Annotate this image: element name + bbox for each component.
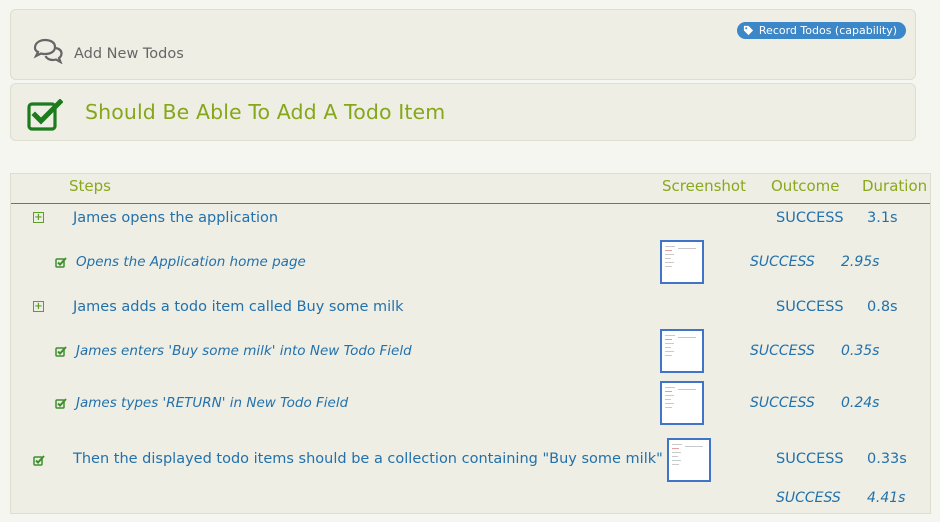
table-header: Steps Screenshot Outcome Duration xyxy=(11,174,930,204)
screenshot-thumbnail[interactable] xyxy=(660,329,704,373)
header-duration: Duration xyxy=(862,177,928,195)
step-outcome: SUCCESS xyxy=(750,395,815,411)
screenshot-thumbnail[interactable] xyxy=(660,240,704,284)
table-row: James types 'RETURN' in New Todo Field S… xyxy=(11,379,930,427)
screenshot-thumbnail[interactable] xyxy=(660,381,704,425)
table-row: + James opens the application SUCCESS 3.… xyxy=(11,205,930,231)
check-icon xyxy=(55,398,67,409)
step-description: Opens the Application home page xyxy=(76,254,306,270)
table-row: James enters 'Buy some milk' into New To… xyxy=(11,327,930,375)
step-description: James adds a todo item called Buy some m… xyxy=(73,299,404,315)
story-title: Add New Todos xyxy=(74,46,184,62)
table-row: Opens the Application home page SUCCESS … xyxy=(11,238,930,286)
step-outcome: SUCCESS xyxy=(776,210,844,226)
step-description: Then the displayed todo items should be … xyxy=(73,451,663,467)
step-outcome: SUCCESS xyxy=(776,451,844,467)
step-outcome: SUCCESS xyxy=(750,343,815,359)
step-description: James types 'RETURN' in New Todo Field xyxy=(76,395,349,411)
table-row: + James adds a todo item called Buy some… xyxy=(11,294,930,320)
step-duration: 0.24s xyxy=(841,395,880,411)
capability-tag[interactable]: Record Todos (capability) xyxy=(736,22,906,39)
header-screenshot: Screenshot xyxy=(662,177,746,195)
step-outcome: SUCCESS xyxy=(776,299,844,315)
header-outcome: Outcome xyxy=(771,177,840,195)
screenshot-thumbnail[interactable] xyxy=(667,438,711,482)
speech-bubbles-icon xyxy=(33,38,63,64)
step-duration: 3.1s xyxy=(867,210,898,226)
step-outcome: SUCCESS xyxy=(750,254,815,270)
expand-icon[interactable]: + xyxy=(33,301,44,312)
table-row: Then the displayed todo items should be … xyxy=(11,436,930,484)
step-duration: 0.8s xyxy=(867,299,898,315)
check-icon xyxy=(55,346,67,357)
total-row: SUCCESS 4.41s xyxy=(11,486,930,512)
story-panel: Add New Todos Record Todos (capability) xyxy=(10,9,916,80)
tag-label: Record Todos (capability) xyxy=(758,24,897,37)
scenario-panel: Should Be Able To Add A Todo Item xyxy=(10,83,916,141)
expand-icon[interactable]: + xyxy=(33,212,44,223)
scenario-title: Should Be Able To Add A Todo Item xyxy=(85,100,446,124)
checkbox-checked-icon xyxy=(27,99,63,131)
step-description: James opens the application xyxy=(73,210,279,226)
header-steps: Steps xyxy=(69,177,111,195)
step-duration: 0.35s xyxy=(841,343,880,359)
step-description: James enters 'Buy some milk' into New To… xyxy=(76,343,412,359)
check-icon xyxy=(55,257,67,268)
total-outcome: SUCCESS xyxy=(776,490,841,506)
tag-icon xyxy=(743,25,753,36)
total-duration: 4.41s xyxy=(867,490,906,506)
step-duration: 2.95s xyxy=(841,254,880,270)
step-duration: 0.33s xyxy=(867,451,907,467)
steps-table: Steps Screenshot Outcome Duration + Jame… xyxy=(10,173,931,514)
check-icon xyxy=(33,455,45,466)
